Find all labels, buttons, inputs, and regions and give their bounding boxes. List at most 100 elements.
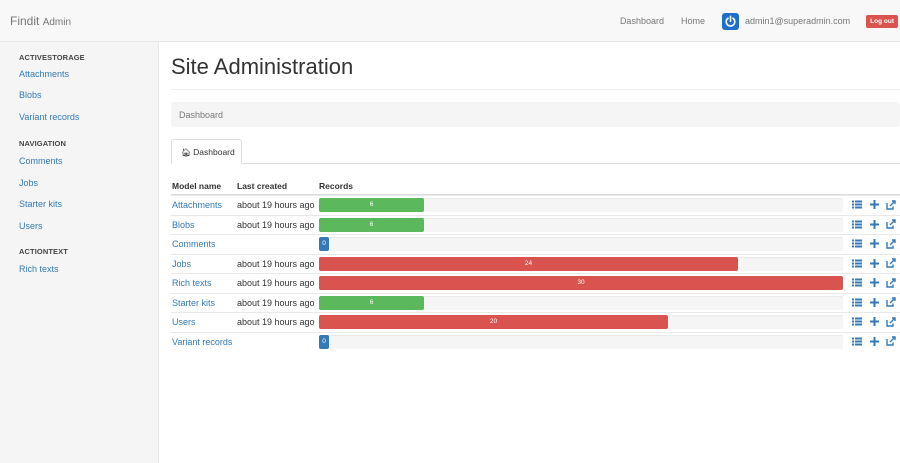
row-actions — [852, 336, 896, 348]
logout-button[interactable]: Log out — [866, 14, 898, 28]
records-progress-track: 24 — [319, 256, 843, 271]
brand-suffix: Admin — [42, 17, 72, 28]
tab-dashboard-label: Dashboard — [193, 147, 235, 157]
list-icon[interactable] — [852, 298, 862, 309]
plus-icon[interactable] — [869, 278, 879, 289]
row-actions — [852, 238, 896, 251]
list-icon[interactable] — [852, 337, 862, 348]
column-header-records: Records — [319, 181, 354, 191]
records-progress-bar: 6 — [319, 198, 424, 212]
records-progress-bar: 30 — [319, 276, 843, 290]
plus-icon[interactable] — [869, 200, 879, 211]
sidebar-item-blobs[interactable]: Blobs — [19, 90, 42, 100]
records-progress-track: 6 — [319, 217, 843, 232]
records-progress-track: 20 — [319, 315, 843, 329]
list-icon[interactable] — [852, 220, 862, 231]
table-row: Attachments about 19 hours ago 6 — [171, 195, 900, 214]
breadcrumb: Dashboard — [171, 102, 900, 127]
records-progress-track: 30 — [319, 276, 843, 290]
table-row: Rich texts about 19 hours ago 30 — [171, 273, 900, 292]
sidebar-heading-navigation: NAVIGATION — [19, 139, 66, 148]
page-title: Site Administration — [171, 54, 354, 79]
brand-link[interactable]: Findit Admin — [10, 14, 71, 28]
last-created-text: about 19 hours ago — [237, 258, 315, 269]
tab-divider — [171, 163, 900, 164]
tab-dashboard[interactable]: 🏠︎ Dashboard — [171, 139, 242, 164]
last-created-text: about 19 hours ago — [237, 200, 315, 210]
row-actions — [852, 199, 896, 212]
plus-icon[interactable] — [869, 317, 879, 328]
model-name-link[interactable]: Jobs — [172, 259, 191, 269]
nav-dashboard-link[interactable]: Dashboard — [620, 16, 664, 26]
model-name-link[interactable]: Variant records — [172, 337, 232, 347]
export-icon[interactable] — [886, 336, 896, 348]
records-progress-bar: 6 — [319, 295, 424, 310]
records-progress-track: 0 — [319, 334, 843, 349]
table-row: Comments 0 — [171, 234, 900, 253]
export-icon[interactable] — [886, 258, 896, 270]
export-icon[interactable] — [886, 199, 896, 212]
column-header-last-created: Last created — [237, 181, 288, 191]
breadcrumb-item-dashboard: Dashboard — [179, 110, 224, 120]
export-icon[interactable] — [886, 297, 896, 309]
home-icon: 🏠︎ — [181, 148, 192, 157]
model-name-link[interactable]: Rich texts — [172, 278, 212, 288]
row-actions — [852, 316, 896, 329]
records-progress-bar: 0 — [319, 334, 329, 349]
user-avatar[interactable] — [721, 12, 739, 30]
plus-icon[interactable] — [869, 336, 879, 348]
plus-icon[interactable] — [869, 239, 879, 250]
sidebar-item-starter-kits[interactable]: Starter kits — [19, 199, 62, 209]
export-icon[interactable] — [886, 219, 896, 231]
list-icon[interactable] — [852, 259, 862, 270]
model-name-link[interactable]: Comments — [172, 239, 216, 249]
nav-home-link[interactable]: Home — [681, 16, 705, 26]
table-row: Users about 19 hours ago 20 — [171, 312, 900, 331]
top-navbar: Findit Admin Dashboard Home admin1@super… — [0, 0, 900, 42]
row-actions — [852, 219, 896, 231]
row-actions — [852, 277, 896, 290]
export-icon[interactable] — [886, 238, 896, 251]
row-actions — [852, 297, 896, 309]
user-email-link[interactable]: admin1@superadmin.com — [745, 16, 850, 26]
records-progress-bar: 24 — [319, 256, 738, 271]
model-name-link[interactable]: Blobs — [172, 220, 195, 230]
list-icon[interactable] — [852, 278, 862, 289]
list-icon[interactable] — [852, 317, 862, 328]
row-actions — [852, 258, 896, 270]
sidebar-item-jobs[interactable]: Jobs — [19, 178, 38, 188]
model-name-link[interactable]: Attachments — [172, 200, 222, 210]
plus-icon[interactable] — [869, 297, 879, 309]
list-icon[interactable] — [852, 200, 862, 211]
navbar-right: Dashboard Home admin1@superadmin.com Log… — [620, 0, 900, 42]
column-header-model-name: Model name — [172, 181, 222, 191]
list-icon[interactable] — [852, 239, 862, 250]
model-name-link[interactable]: Users — [172, 317, 196, 327]
export-icon[interactable] — [886, 277, 896, 290]
records-progress-bar: 20 — [319, 315, 668, 329]
sidebar-item-rich-texts[interactable]: Rich texts — [19, 264, 59, 274]
sidebar: ACTIVESTORAGE Attachments Blobs Variant … — [0, 42, 159, 463]
last-created-text: about 19 hours ago — [237, 278, 315, 288]
export-icon[interactable] — [886, 316, 896, 329]
table-row: Variant records 0 — [171, 331, 900, 351]
table-row: Jobs about 19 hours ago 24 — [171, 253, 900, 273]
records-progress-track: 0 — [319, 237, 843, 251]
sidebar-heading-actiontext: ACTIONTEXT — [19, 247, 68, 256]
table-row: Starter kits about 19 hours ago 6 — [171, 292, 900, 312]
power-icon — [725, 14, 736, 27]
sidebar-item-variant-records[interactable]: Variant records — [19, 112, 79, 122]
records-progress-track: 6 — [319, 295, 843, 310]
records-progress-bar: 0 — [319, 237, 329, 251]
sidebar-item-comments[interactable]: Comments — [19, 156, 63, 166]
sidebar-item-users[interactable]: Users — [19, 221, 43, 231]
plus-icon[interactable] — [869, 219, 879, 231]
table-row: Blobs about 19 hours ago 6 — [171, 214, 900, 234]
title-divider — [171, 89, 900, 90]
last-created-text: about 19 hours ago — [237, 317, 315, 327]
sidebar-heading-activestorage: ACTIVESTORAGE — [19, 53, 85, 62]
brand-name: Findit — [10, 14, 40, 28]
model-name-link[interactable]: Starter kits — [172, 298, 215, 308]
sidebar-item-attachments[interactable]: Attachments — [19, 69, 69, 79]
plus-icon[interactable] — [869, 258, 879, 270]
